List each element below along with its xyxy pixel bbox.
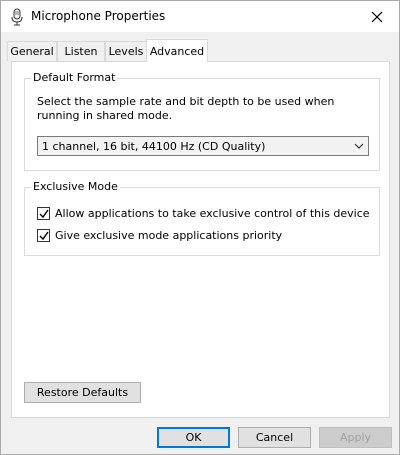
checkmark-icon (39, 209, 49, 219)
tab-levels[interactable]: Levels (105, 41, 147, 61)
tab-listen[interactable]: Listen (57, 41, 105, 61)
restore-defaults-button[interactable]: Restore Defaults (24, 382, 141, 403)
tab-general[interactable]: General (7, 41, 57, 61)
microphone-properties-window: Microphone Properties General Listen Lev… (0, 0, 400, 455)
sample-rate-dropdown[interactable]: 1 channel, 16 bit, 44100 Hz (CD Quality) (37, 136, 369, 156)
tab-advanced[interactable]: Advanced (146, 39, 208, 62)
chevron-down-icon (354, 143, 364, 149)
default-format-group: Default Format Select the sample rate an… (24, 71, 380, 171)
cancel-button[interactable]: Cancel (238, 427, 311, 448)
exclusive-mode-title: Exclusive Mode (31, 180, 120, 193)
default-format-description: Select the sample rate and bit depth to … (37, 95, 335, 122)
sample-rate-selected: 1 channel, 16 bit, 44100 Hz (CD Quality) (42, 139, 266, 153)
window-title: Microphone Properties (31, 9, 166, 23)
title-bar: Microphone Properties (1, 1, 399, 32)
advanced-panel: Default Format Select the sample rate an… (11, 61, 390, 418)
exclusive-control-checkbox[interactable] (37, 207, 50, 220)
exclusive-priority-option[interactable]: Give exclusive mode applications priorit… (37, 229, 282, 242)
default-format-title: Default Format (31, 71, 118, 84)
exclusive-control-label: Allow applications to take exclusive con… (55, 207, 370, 220)
exclusive-control-option[interactable]: Allow applications to take exclusive con… (37, 207, 370, 220)
exclusive-mode-group: Exclusive Mode Allow applications to tak… (24, 180, 380, 256)
exclusive-priority-checkbox[interactable] (37, 229, 50, 242)
ok-button[interactable]: OK (157, 427, 230, 448)
exclusive-priority-label: Give exclusive mode applications priorit… (55, 229, 283, 242)
close-icon (371, 11, 383, 22)
checkmark-icon (39, 231, 49, 241)
apply-button[interactable]: Apply (319, 427, 392, 448)
microphone-icon (10, 8, 24, 26)
close-button[interactable] (355, 1, 399, 32)
